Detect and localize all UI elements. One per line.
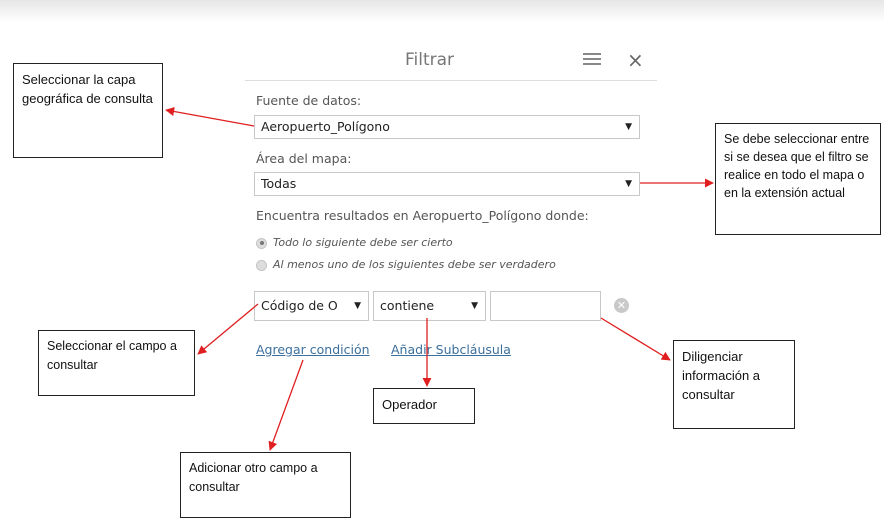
annotation-arrows bbox=[165, 106, 714, 451]
arrow-to-field-callout bbox=[197, 303, 259, 355]
arrow-to-layer-callout bbox=[165, 106, 255, 127]
arrow-to-value-callout bbox=[600, 317, 671, 361]
arrow-to-add-field-callout bbox=[268, 359, 304, 451]
